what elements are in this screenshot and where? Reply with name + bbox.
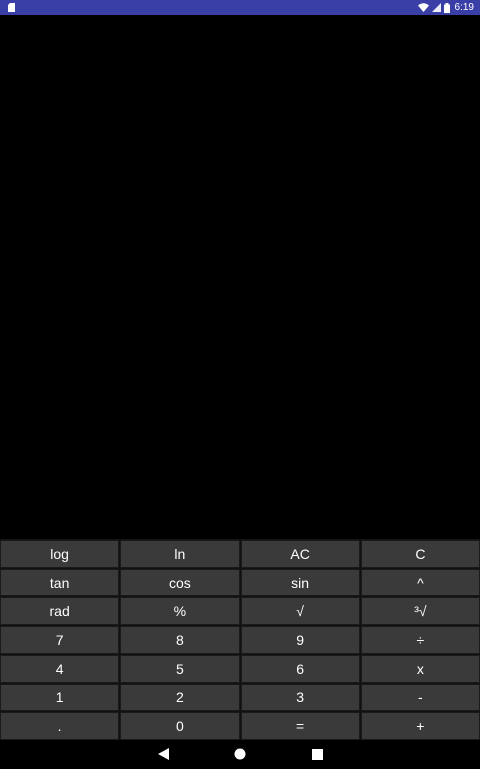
sd-card-icon: [8, 3, 15, 12]
key-1[interactable]: 1: [0, 683, 120, 712]
key-percent[interactable]: %: [120, 597, 240, 626]
key-0[interactable]: 0: [120, 712, 240, 740]
key-3[interactable]: 3: [240, 683, 360, 712]
key-2[interactable]: 2: [120, 683, 240, 712]
key-decimal[interactable]: .: [0, 712, 120, 740]
key-cube-root[interactable]: ³√: [360, 597, 480, 626]
key-divide[interactable]: ÷: [360, 626, 480, 654]
key-9[interactable]: 9: [240, 626, 360, 654]
key-tan[interactable]: tan: [0, 568, 120, 597]
battery-icon: [443, 2, 450, 13]
key-log[interactable]: log: [0, 540, 120, 568]
key-sin[interactable]: sin: [240, 568, 360, 597]
status-bar: 6:19: [0, 0, 480, 15]
keypad: log ln AC Ctan cos sin ^ rad% √ ³√ 7 8 9 ÷ 4 5 6 x 1 2 3-. 0 =…: [0, 539, 480, 740]
cell-signal-icon: [431, 3, 441, 12]
back-icon[interactable]: [156, 747, 170, 761]
status-icons: 6:19: [417, 0, 474, 15]
key-ln[interactable]: ln: [120, 540, 240, 568]
key-equals[interactable]: =: [240, 712, 360, 740]
key-8[interactable]: 8: [120, 626, 240, 654]
calculator-display: [0, 15, 480, 539]
key-multiply[interactable]: x: [360, 654, 480, 683]
recent-apps-icon[interactable]: [310, 747, 324, 761]
wifi-icon: [417, 3, 429, 12]
key-minus[interactable]: -: [360, 683, 480, 712]
calculator-screen: 6:19 log ln AC Ctan cos sin ^ rad% √ ³√ 7 8 9 ÷ 4 5 6 x 1 2…: [0, 0, 480, 769]
key-6[interactable]: 6: [240, 654, 360, 683]
key-7[interactable]: 7: [0, 626, 120, 654]
key-all-clear[interactable]: AC: [240, 540, 360, 568]
key-power[interactable]: ^: [360, 568, 480, 597]
key-4[interactable]: 4: [0, 654, 120, 683]
key-sqrt[interactable]: √: [240, 597, 360, 626]
key-rad[interactable]: rad: [0, 597, 120, 626]
key-cos[interactable]: cos: [120, 568, 240, 597]
status-time: 6:19: [454, 2, 474, 13]
navigation-bar: [0, 740, 480, 769]
home-icon[interactable]: [233, 747, 247, 761]
key-5[interactable]: 5: [120, 654, 240, 683]
key-plus[interactable]: +: [360, 712, 480, 740]
key-clear[interactable]: C: [360, 540, 480, 568]
